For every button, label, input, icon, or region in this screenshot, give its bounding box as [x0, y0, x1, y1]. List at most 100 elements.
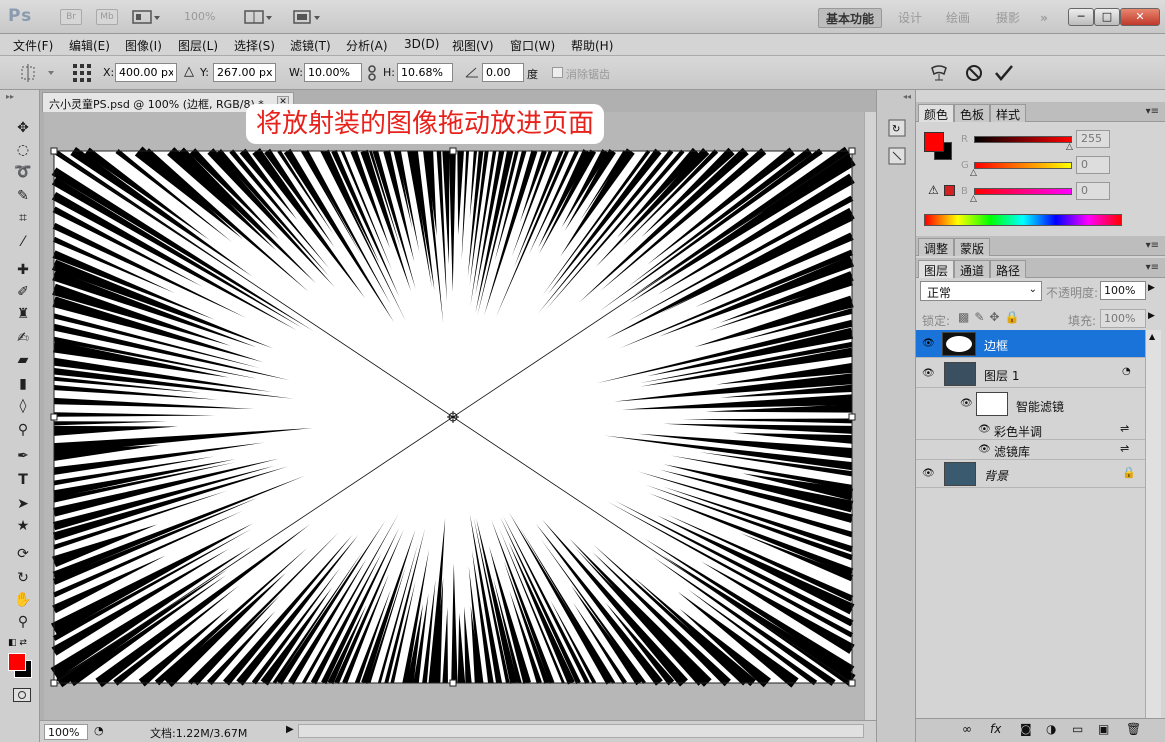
tab-adjustments[interactable]: 调整	[918, 238, 955, 256]
link-icon[interactable]	[367, 65, 377, 84]
gamut-color-swatch[interactable]	[944, 185, 955, 196]
g-value[interactable]: 0	[1076, 156, 1110, 174]
fill-arrow-icon[interactable]: ▶	[1148, 311, 1155, 321]
link-layers-icon[interactable]: ∞	[962, 722, 972, 736]
antialias-checkbox[interactable]	[552, 67, 563, 78]
horizontal-scrollbar[interactable]	[298, 724, 864, 738]
quick-select-tool-icon[interactable]: ✎	[12, 186, 34, 206]
default-colors-icon[interactable]: ◧ ⇄	[8, 638, 27, 648]
marquee-tool-icon[interactable]: ◌	[12, 140, 34, 160]
maximize-button[interactable]: □	[1094, 8, 1120, 26]
visibility-eye-icon[interactable]: 👁	[978, 444, 991, 455]
menu-image[interactable]: 图像(I)	[125, 37, 162, 54]
commit-transform-icon[interactable]	[994, 64, 1014, 85]
move-tool-icon[interactable]: ✥	[12, 118, 34, 138]
3d-rotate-tool-icon[interactable]: ⟳	[12, 544, 34, 564]
warp-mode-icon[interactable]	[930, 64, 948, 85]
minibridge-button[interactable]: Mb	[96, 9, 118, 25]
height-input[interactable]	[397, 63, 453, 82]
brush-tool-icon[interactable]: ✐	[12, 282, 34, 302]
layer-row-layer1[interactable]: 👁 图层 1 ◔	[916, 360, 1145, 388]
tab-channels[interactable]: 通道	[954, 260, 991, 278]
layer-row-smart-filters[interactable]: 👁 智能滤镜	[916, 390, 1145, 418]
crop-tool-icon[interactable]: ⌗	[12, 208, 34, 228]
reference-point-icon[interactable]	[72, 63, 92, 86]
history-brush-tool-icon[interactable]: ✍	[12, 328, 34, 348]
r-slider[interactable]	[974, 136, 1072, 143]
visibility-eye-icon[interactable]: 👁	[960, 398, 973, 409]
zoom-tool-icon[interactable]: ⚲	[12, 612, 34, 632]
relative-position-icon[interactable]: △	[184, 64, 194, 79]
menu-edit[interactable]: 编辑(E)	[69, 37, 110, 54]
new-layer-icon[interactable]: ▣	[1098, 722, 1109, 736]
shape-tool-icon[interactable]: ★	[12, 516, 34, 536]
type-tool-icon[interactable]: T	[12, 470, 34, 490]
workspace-painting[interactable]: 绘画	[938, 8, 978, 28]
opacity-arrow-icon[interactable]: ▶	[1148, 283, 1155, 293]
bridge-button[interactable]: Br	[60, 9, 82, 25]
blur-tool-icon[interactable]: ◊	[12, 396, 34, 416]
g-slider[interactable]	[974, 162, 1072, 169]
status-info-icon[interactable]: ◔	[94, 724, 104, 737]
tab-color[interactable]: 颜色	[918, 104, 955, 122]
r-slider-thumb[interactable]: △	[1066, 142, 1073, 152]
menu-filter[interactable]: 滤镜(T)	[290, 37, 331, 54]
delete-layer-icon[interactable]: 🗑	[1126, 722, 1141, 736]
close-button[interactable]: ✕	[1120, 8, 1160, 26]
dodge-tool-icon[interactable]: ⚲	[12, 420, 34, 440]
menu-analysis[interactable]: 分析(A)	[346, 37, 388, 54]
color-panel-foreground-swatch[interactable]	[924, 132, 944, 152]
adjust-panel-menu-icon[interactable]: ▾≡	[1146, 240, 1159, 251]
move-transform-tool-icon[interactable]	[18, 64, 58, 85]
tab-styles[interactable]: 样式	[990, 104, 1027, 122]
width-input[interactable]	[304, 63, 362, 82]
visibility-eye-icon[interactable]: 👁	[922, 368, 935, 379]
b-value[interactable]: 0	[1076, 182, 1110, 200]
menu-3d[interactable]: 3D(D)	[404, 37, 439, 51]
filter-options-icon[interactable]: ⇌	[1120, 442, 1129, 455]
status-menu-arrow-icon[interactable]: ▶	[286, 724, 294, 735]
visibility-eye-icon[interactable]: 👁	[922, 468, 935, 479]
g-slider-thumb[interactable]: △	[970, 168, 977, 178]
status-zoom[interactable]: 100%	[44, 724, 88, 740]
screen-mode-icon[interactable]	[292, 8, 320, 26]
history-panel-icon[interactable]: ↻	[887, 118, 907, 141]
canvas[interactable]	[44, 112, 864, 720]
cancel-transform-icon[interactable]	[965, 64, 983, 85]
layers-panel-menu-icon[interactable]: ▾≡	[1146, 262, 1159, 273]
lasso-tool-icon[interactable]: ➰	[12, 162, 34, 182]
more-workspaces-button[interactable]: »	[1034, 8, 1054, 28]
eyedropper-tool-icon[interactable]: ⁄	[12, 232, 34, 252]
layer-row-border[interactable]: 👁 边框	[916, 330, 1145, 358]
color-panel-menu-icon[interactable]: ▾≡	[1146, 106, 1159, 117]
3d-orbit-tool-icon[interactable]: ↻	[12, 568, 34, 588]
view-extras-icon[interactable]	[132, 8, 160, 26]
strip-collapse-icon[interactable]: ◂◂	[903, 92, 911, 101]
tab-paths[interactable]: 路径	[990, 260, 1027, 278]
workspace-essentials[interactable]: 基本功能	[818, 8, 882, 28]
filter-options-icon[interactable]: ⇌	[1120, 422, 1129, 435]
new-group-icon[interactable]: ▭	[1072, 722, 1083, 736]
menu-file[interactable]: 文件(F)	[13, 37, 53, 54]
arrange-documents-icon[interactable]	[244, 8, 272, 26]
menu-view[interactable]: 视图(V)	[452, 37, 494, 54]
adjustment-layer-icon[interactable]: ◑	[1046, 722, 1056, 736]
layer-row-background[interactable]: 👁 背景 🔒	[916, 460, 1145, 488]
tab-swatches[interactable]: 色板	[954, 104, 991, 122]
vertical-scrollbar[interactable]	[864, 112, 876, 720]
minimize-button[interactable]: ─	[1068, 8, 1094, 26]
workspace-design[interactable]: 设计	[890, 8, 930, 28]
layer-row-filter-gallery[interactable]: 👁 滤镜库 ⇌	[916, 440, 1145, 460]
r-value[interactable]: 255	[1076, 130, 1110, 148]
hand-tool-icon[interactable]: ✋	[12, 590, 34, 610]
layer-row-color-halftone[interactable]: 👁 彩色半调 ⇌	[916, 420, 1145, 440]
menu-select[interactable]: 选择(S)	[234, 37, 275, 54]
path-select-tool-icon[interactable]: ➤	[12, 494, 34, 514]
opacity-input[interactable]: 100%	[1100, 281, 1146, 300]
pen-tool-icon[interactable]: ✒	[12, 446, 34, 466]
visibility-eye-icon[interactable]: 👁	[978, 424, 991, 435]
gradient-tool-icon[interactable]: ▮	[12, 374, 34, 394]
scroll-up-icon[interactable]: ▲	[1149, 332, 1155, 341]
eraser-tool-icon[interactable]: ▰	[12, 350, 34, 370]
tab-masks[interactable]: 蒙版	[954, 238, 991, 256]
